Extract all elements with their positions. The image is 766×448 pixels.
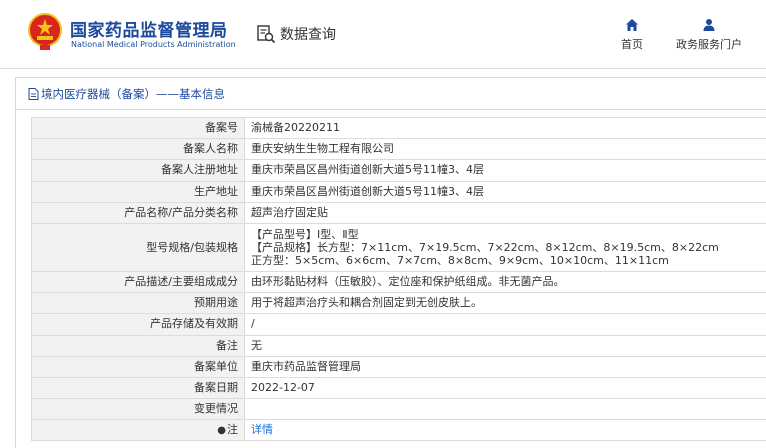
field-value: 渝械备20220211 (244, 116, 766, 140)
field-label: 预期用途 (31, 292, 245, 315)
field-value: 用于将超声治疗头和耦合剂固定到无创皮肤上。 (244, 292, 766, 315)
field-value: 无 (244, 334, 766, 357)
nav-service-portal[interactable]: 政务服务门户 (668, 18, 750, 52)
field-label: 备案单位 (31, 355, 245, 378)
table-row: 变更情况 (31, 398, 766, 421)
field-value (244, 398, 766, 421)
field-value: 【产品型号】Ⅰ型、Ⅱ型 【产品规格】长方型：7×11cm、7×19.5cm、7×… (244, 222, 766, 272)
nav-home-label: 首页 (621, 38, 643, 51)
org-name-cn: 国家药品监督管理局 (70, 21, 228, 41)
table-row: 备案人注册地址 重庆市荣昌区昌州街道创新大道5号11幢3、4层 (31, 159, 766, 182)
document-icon (28, 87, 39, 100)
table-row: 备案号 渝械备20220211 (31, 116, 766, 140)
field-label: 变更情况 (31, 398, 245, 421)
record-table: 备案号 渝械备20220211 备案人名称 重庆安纳生生物工程有限公司 备案人注… (31, 116, 766, 442)
spec-line: 正方型：5×5cm、6×6cm、7×7cm、8×8cm、9×9cm、10×10c… (251, 253, 669, 267)
document-search-icon (257, 25, 276, 44)
field-value: 重庆市荣昌区昌州街道创新大道5号11幢3、4层 (244, 180, 766, 203)
table-row: 产品名称/产品分类名称 超声治疗固定贴 (31, 201, 766, 224)
model-line: 【产品型号】Ⅰ型、Ⅱ型 (251, 227, 359, 241)
field-label: ●注 (31, 419, 245, 442)
home-icon (626, 19, 638, 31)
field-value: 重庆市药品监督管理局 (244, 355, 766, 378)
table-row: 备案日期 2022-12-07 (31, 376, 766, 400)
field-value: 超声治疗固定贴 (244, 201, 766, 224)
header-divider (0, 68, 766, 69)
field-label: 生产地址 (31, 180, 245, 203)
note-label: 注 (227, 422, 238, 436)
breadcrumb: 境内医疗器械（备案）——基本信息 (16, 78, 766, 110)
site-header: 国家药品监督管理局 National Medical Products Admi… (0, 0, 766, 68)
user-icon (703, 19, 715, 31)
detail-panel: 境内医疗器械（备案）——基本信息 备案号 渝械备20220211 备案人名称 重… (15, 77, 766, 448)
national-emblem-icon (28, 13, 62, 50)
field-label: 产品存储及有效期 (31, 313, 245, 336)
field-value: 详情 (244, 419, 766, 442)
field-value: 由环形黏贴材料（压敏胶）、定位座和保护纸组成。非无菌产品。 (244, 270, 766, 294)
table-row: 型号规格/包装规格 【产品型号】Ⅰ型、Ⅱ型 【产品规格】长方型：7×11cm、7… (31, 222, 766, 272)
table-row: 预期用途 用于将超声治疗头和耦合剂固定到无创皮肤上。 (31, 292, 766, 315)
field-value: / (244, 313, 766, 336)
field-label: 备案人名称 (31, 138, 245, 161)
field-value: 重庆安纳生生物工程有限公司 (244, 138, 766, 161)
field-value: 重庆市荣昌区昌州街道创新大道5号11幢3、4层 (244, 159, 766, 182)
table-row: 备案人名称 重庆安纳生生物工程有限公司 (31, 138, 766, 161)
table-row: 备案单位 重庆市药品监督管理局 (31, 355, 766, 378)
nav-service-label: 政务服务门户 (676, 38, 742, 51)
table-row: 产品存储及有效期 / (31, 313, 766, 336)
spec-line: 【产品规格】长方型：7×11cm、7×19.5cm、7×22cm、8×12cm、… (251, 240, 719, 254)
field-label: 备案号 (31, 116, 245, 140)
field-value: 2022-12-07 (244, 376, 766, 400)
field-label: 备案日期 (31, 376, 245, 400)
table-row: 产品描述/主要组成成分 由环形黏贴材料（压敏胶）、定位座和保护纸组成。非无菌产品… (31, 270, 766, 294)
table-row: 备注 无 (31, 334, 766, 357)
field-label: 备案人注册地址 (31, 159, 245, 182)
data-query-link[interactable]: 数据查询 (256, 24, 336, 44)
field-label: 型号规格/包装规格 (31, 222, 245, 272)
table-row: ●注 详情 (31, 419, 766, 442)
breadcrumb-text: 境内医疗器械（备案）——基本信息 (41, 86, 225, 101)
data-query-label: 数据查询 (280, 27, 336, 43)
nav-home[interactable]: 首页 (614, 18, 650, 52)
field-label: 产品名称/产品分类名称 (31, 201, 245, 224)
pin-icon: ● (217, 424, 226, 436)
org-name-en: National Medical Products Administration (71, 40, 236, 49)
details-link[interactable]: 详情 (251, 423, 273, 436)
table-row: 生产地址 重庆市荣昌区昌州街道创新大道5号11幢3、4层 (31, 180, 766, 203)
field-label: 备注 (31, 334, 245, 357)
field-label: 产品描述/主要组成成分 (31, 270, 245, 294)
